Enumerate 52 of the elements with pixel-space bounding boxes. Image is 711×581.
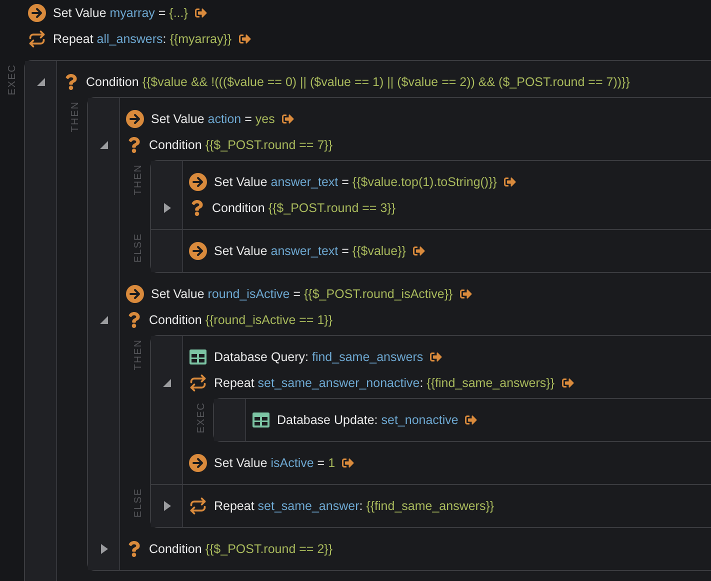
step-label[interactable]: Database Update: set_nonactive (277, 410, 458, 430)
expand-toggle[interactable] (98, 314, 110, 326)
export-icon[interactable] (282, 113, 294, 125)
export-icon[interactable] (460, 288, 472, 300)
step-label[interactable]: Database Query: find_same_answers (214, 348, 424, 366)
repeat-icon (28, 30, 46, 48)
table-icon (189, 349, 207, 365)
step-label[interactable]: Set Value answer_text = {{$value}} (214, 242, 406, 260)
step-label[interactable]: Repeat set_same_answer_nonactive: {{find_same_answers}} (214, 374, 555, 392)
question-icon (63, 74, 79, 90)
expand-toggle[interactable] (160, 377, 172, 389)
repeat-icon (189, 497, 207, 515)
export-icon[interactable] (238, 33, 251, 45)
export-icon[interactable] (194, 7, 207, 19)
arrow-circle-icon (189, 454, 207, 472)
step-label[interactable]: Condition {{$_POST.round == 7}} (149, 136, 333, 154)
expand-toggle[interactable] (98, 139, 110, 151)
step-label[interactable]: Condition {{$_POST.round == 3}} (212, 198, 396, 218)
branch-label: THEN (68, 101, 82, 132)
step-label[interactable]: Set Value isActive = 1 (214, 454, 336, 472)
expand-toggle[interactable] (34, 76, 46, 88)
step-label[interactable]: Repeat all_answers: {{myarray}} (53, 30, 232, 48)
arrow-circle-icon (189, 173, 207, 191)
branch-label: THEN (132, 339, 144, 370)
branch-label: ELSE (132, 488, 144, 518)
question-icon (126, 312, 142, 328)
question-icon (189, 200, 205, 216)
arrow-circle-icon (28, 4, 46, 22)
export-icon[interactable] (430, 351, 442, 363)
export-icon[interactable] (465, 414, 478, 426)
arrow-circle-icon (126, 285, 144, 303)
repeat-icon (189, 374, 207, 392)
step-label[interactable]: Set Value answer_text = {{$value.top(1).toString()}} (214, 172, 497, 192)
step-label[interactable]: Set Value myarray = {...} (53, 4, 188, 22)
branch-label: EXEC (6, 64, 18, 96)
arrow-circle-icon (126, 110, 144, 128)
step-label[interactable]: Condition {{round_isActive == 1}} (149, 310, 332, 330)
export-icon[interactable] (562, 377, 574, 389)
question-icon (126, 541, 142, 557)
branch-label: ELSE (132, 233, 144, 263)
arrow-circle-icon (189, 242, 207, 260)
step-label[interactable]: Set Value action = yes (151, 110, 275, 128)
step-label[interactable]: Condition {{$_POST.round == 2}} (149, 540, 333, 558)
export-icon[interactable] (504, 176, 516, 188)
step-label[interactable]: Set Value round_isActive = {{$_POST.round_isActive}} (151, 284, 453, 304)
question-icon (126, 137, 142, 153)
branch-label: THEN (132, 164, 144, 196)
branch-label: EXEC (194, 402, 208, 434)
table-icon (252, 412, 270, 428)
export-icon[interactable] (342, 457, 354, 469)
export-icon[interactable] (412, 245, 425, 257)
step-label[interactable]: Condition {{$value && !((($value == 0) || ($value == 1) || ($value == 2)) && ($_POST.round == 7))}} (86, 72, 630, 92)
